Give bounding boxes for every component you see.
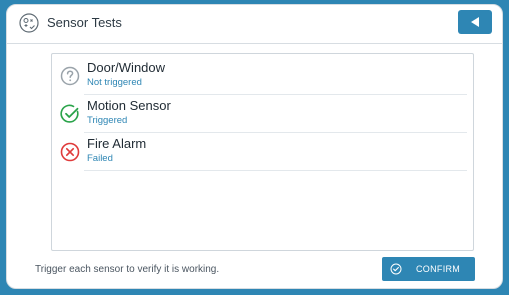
- page-title: Sensor Tests: [47, 15, 122, 30]
- error-circle-icon: [60, 142, 80, 162]
- back-arrow-icon: [471, 17, 479, 27]
- confirm-button[interactable]: CONFIRM: [382, 257, 475, 281]
- back-button[interactable]: [458, 10, 492, 34]
- sensor-item-door-window[interactable]: Door/Window Not triggered: [52, 57, 473, 95]
- confirm-label: CONFIRM: [416, 264, 461, 274]
- sensor-status: Not triggered: [87, 77, 142, 88]
- app-frame: Sensor Tests Door/Window Not triggered M…: [0, 0, 509, 295]
- sensor-item-motion-sensor[interactable]: Motion Sensor Triggered: [52, 95, 473, 133]
- check-circle-icon: [390, 263, 402, 275]
- header: Sensor Tests: [7, 5, 502, 44]
- instruction-text: Trigger each sensor to verify it is work…: [35, 264, 220, 275]
- sensor-name: Fire Alarm: [87, 136, 147, 151]
- sensor-status: Failed: [87, 153, 113, 164]
- sensor-item-fire-alarm[interactable]: Fire Alarm Failed: [52, 133, 473, 171]
- sensor-tests-icon: [19, 13, 39, 33]
- sensor-status: Triggered: [87, 115, 128, 126]
- sensor-name: Motion Sensor: [87, 98, 171, 113]
- sensor-tests-panel: Sensor Tests Door/Window Not triggered M…: [6, 4, 503, 289]
- divider: [84, 170, 467, 171]
- question-circle-icon: [60, 66, 80, 86]
- sensor-name: Door/Window: [87, 60, 166, 75]
- sensor-list: Door/Window Not triggered Motion Sensor …: [51, 53, 474, 251]
- check-circle-icon: [60, 104, 79, 123]
